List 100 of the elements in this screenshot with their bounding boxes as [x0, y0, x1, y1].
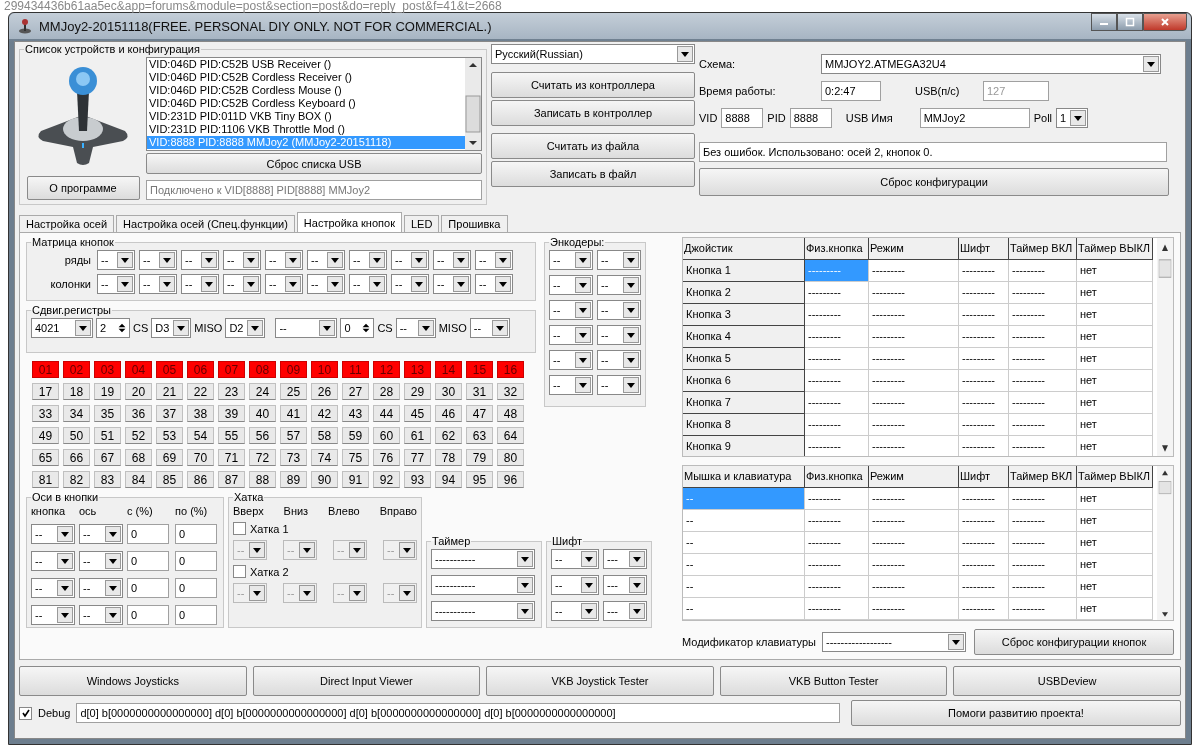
dropdown[interactable]: ------------------ — [821, 632, 966, 652]
table-cell[interactable]: --------- — [959, 436, 1009, 457]
dropdown[interactable]: -- — [433, 250, 471, 270]
dropdown[interactable]: -- — [307, 274, 345, 294]
vid-field[interactable]: 8888 — [721, 107, 764, 128]
from-percent-field[interactable]: 0 — [127, 578, 169, 598]
table-cell[interactable]: --------- — [805, 282, 869, 304]
dropdown[interactable]: -- — [349, 250, 387, 270]
dropdown[interactable]: -- — [181, 250, 219, 270]
table-cell[interactable]: --------- — [959, 488, 1009, 511]
dropdown[interactable]: -- — [597, 275, 641, 295]
spin-field[interactable]: 0 — [340, 318, 375, 338]
dropdown[interactable]: D3 — [151, 318, 192, 338]
dropdown[interactable]: -- — [79, 578, 123, 598]
dropdown[interactable]: -- — [139, 250, 177, 270]
dropdown[interactable]: -- — [79, 605, 123, 625]
controller-button[interactable]: Записать в контроллер — [491, 100, 695, 126]
table-cell[interactable]: --------- — [959, 392, 1009, 414]
reset-config-button[interactable]: Сброс конфигурации — [699, 168, 1169, 196]
dropdown[interactable]: --- — [603, 575, 647, 595]
table-cell[interactable]: --------- — [869, 414, 959, 436]
table-cell[interactable]: --------- — [805, 576, 869, 599]
table-cell[interactable]: --------- — [1009, 532, 1077, 555]
dropdown[interactable]: -- — [433, 274, 471, 294]
table-cell[interactable]: -- — [683, 576, 805, 599]
table-cell[interactable]: --------- — [869, 260, 959, 282]
table-cell[interactable]: --------- — [869, 598, 959, 620]
table-cell[interactable]: Кнопка 3 — [683, 304, 805, 326]
dropdown[interactable]: -- — [597, 375, 641, 395]
table-cell[interactable]: --------- — [1009, 370, 1077, 392]
table-cell[interactable]: нет — [1077, 304, 1153, 326]
table-cell[interactable]: нет — [1077, 326, 1153, 348]
table-cell[interactable]: нет — [1077, 414, 1153, 436]
dropdown[interactable]: -- — [551, 575, 599, 595]
dropdown[interactable]: -- — [549, 300, 593, 320]
table-cell[interactable]: нет — [1077, 436, 1153, 457]
table-cell[interactable]: -- — [683, 554, 805, 577]
tab[interactable]: LED — [403, 215, 440, 232]
pid-field[interactable]: 8888 — [789, 107, 832, 128]
about-button[interactable]: О программе — [26, 176, 140, 200]
table-cell[interactable]: нет — [1077, 576, 1153, 599]
dropdown[interactable]: --- — [603, 601, 647, 621]
dropdown[interactable]: -- — [265, 274, 303, 294]
dropdown[interactable]: -- — [31, 578, 75, 598]
controller-button[interactable]: Записать в файл — [491, 161, 695, 187]
dropdown[interactable]: D2 — [225, 318, 266, 338]
table-cell[interactable]: нет — [1077, 260, 1153, 282]
table-cell[interactable]: --------- — [959, 510, 1009, 533]
dropdown[interactable]: Русский(Russian) — [491, 44, 695, 64]
table-cell[interactable]: --------- — [1009, 436, 1077, 457]
dropdown[interactable]: -- — [549, 375, 593, 395]
tool-button[interactable]: VKB Joystick Tester — [486, 666, 714, 696]
dropdown[interactable]: -- — [549, 325, 593, 345]
table-cell[interactable]: --------- — [805, 488, 869, 511]
controller-button[interactable]: Считать из контроллера — [491, 72, 695, 98]
from-percent-field[interactable]: 0 — [127, 524, 169, 544]
table-cell[interactable]: --------- — [959, 348, 1009, 370]
dropdown[interactable]: 4021 — [31, 318, 93, 338]
checkbox[interactable] — [233, 565, 246, 578]
dropdown[interactable]: -- — [391, 250, 429, 270]
table-cell[interactable]: нет — [1077, 532, 1153, 555]
dropdown[interactable]: -- — [79, 524, 123, 544]
dropdown[interactable]: -- — [79, 551, 123, 571]
reset-buttons-config-button[interactable]: Сброс конфигурации кнопок — [974, 629, 1174, 655]
dropdown[interactable]: -- — [597, 325, 641, 345]
table-cell[interactable]: -- — [683, 598, 805, 620]
table-cell[interactable]: --------- — [805, 436, 869, 457]
table-cell[interactable]: нет — [1077, 392, 1153, 414]
table-cell[interactable]: --------- — [1009, 304, 1077, 326]
table-cell[interactable]: --------- — [959, 414, 1009, 436]
dropdown[interactable]: -- — [469, 318, 510, 338]
table-cell[interactable]: --------- — [1009, 348, 1077, 370]
tab[interactable]: Настройка кнопок — [296, 212, 402, 232]
dropdown[interactable]: -- — [549, 350, 593, 370]
dropdown[interactable]: -- — [139, 274, 177, 294]
dropdown[interactable]: -- — [549, 250, 593, 270]
table-cell[interactable]: --------- — [869, 370, 959, 392]
table-cell[interactable]: --------- — [1009, 510, 1077, 533]
dropdown[interactable]: -- — [349, 274, 387, 294]
to-percent-field[interactable]: 0 — [175, 578, 217, 598]
dropdown[interactable]: -- — [97, 250, 135, 270]
table-cell[interactable]: --------- — [1009, 554, 1077, 577]
uptime-field[interactable]: 0:2:47 — [821, 80, 881, 101]
tab[interactable]: Настройка осей (Спец.функции) — [116, 215, 295, 232]
checkbox[interactable] — [233, 522, 246, 535]
table-cell[interactable]: --------- — [959, 282, 1009, 304]
from-percent-field[interactable]: 0 — [127, 551, 169, 571]
dropdown[interactable]: --- — [603, 549, 647, 569]
to-percent-field[interactable]: 0 — [175, 524, 217, 544]
dropdown[interactable]: -- — [275, 318, 338, 338]
table-cell[interactable]: --------- — [1009, 260, 1077, 282]
dropdown[interactable]: -- — [475, 250, 513, 270]
dropdown[interactable]: -- — [551, 601, 599, 621]
table-cell[interactable]: --------- — [1009, 414, 1077, 436]
to-percent-field[interactable]: 0 — [175, 551, 217, 571]
table-cell[interactable]: Кнопка 4 — [683, 326, 805, 348]
table-cell[interactable]: нет — [1077, 598, 1153, 620]
table-cell[interactable]: --------- — [959, 554, 1009, 577]
table-cell[interactable]: --------- — [869, 392, 959, 414]
dropdown[interactable]: -- — [31, 605, 75, 625]
